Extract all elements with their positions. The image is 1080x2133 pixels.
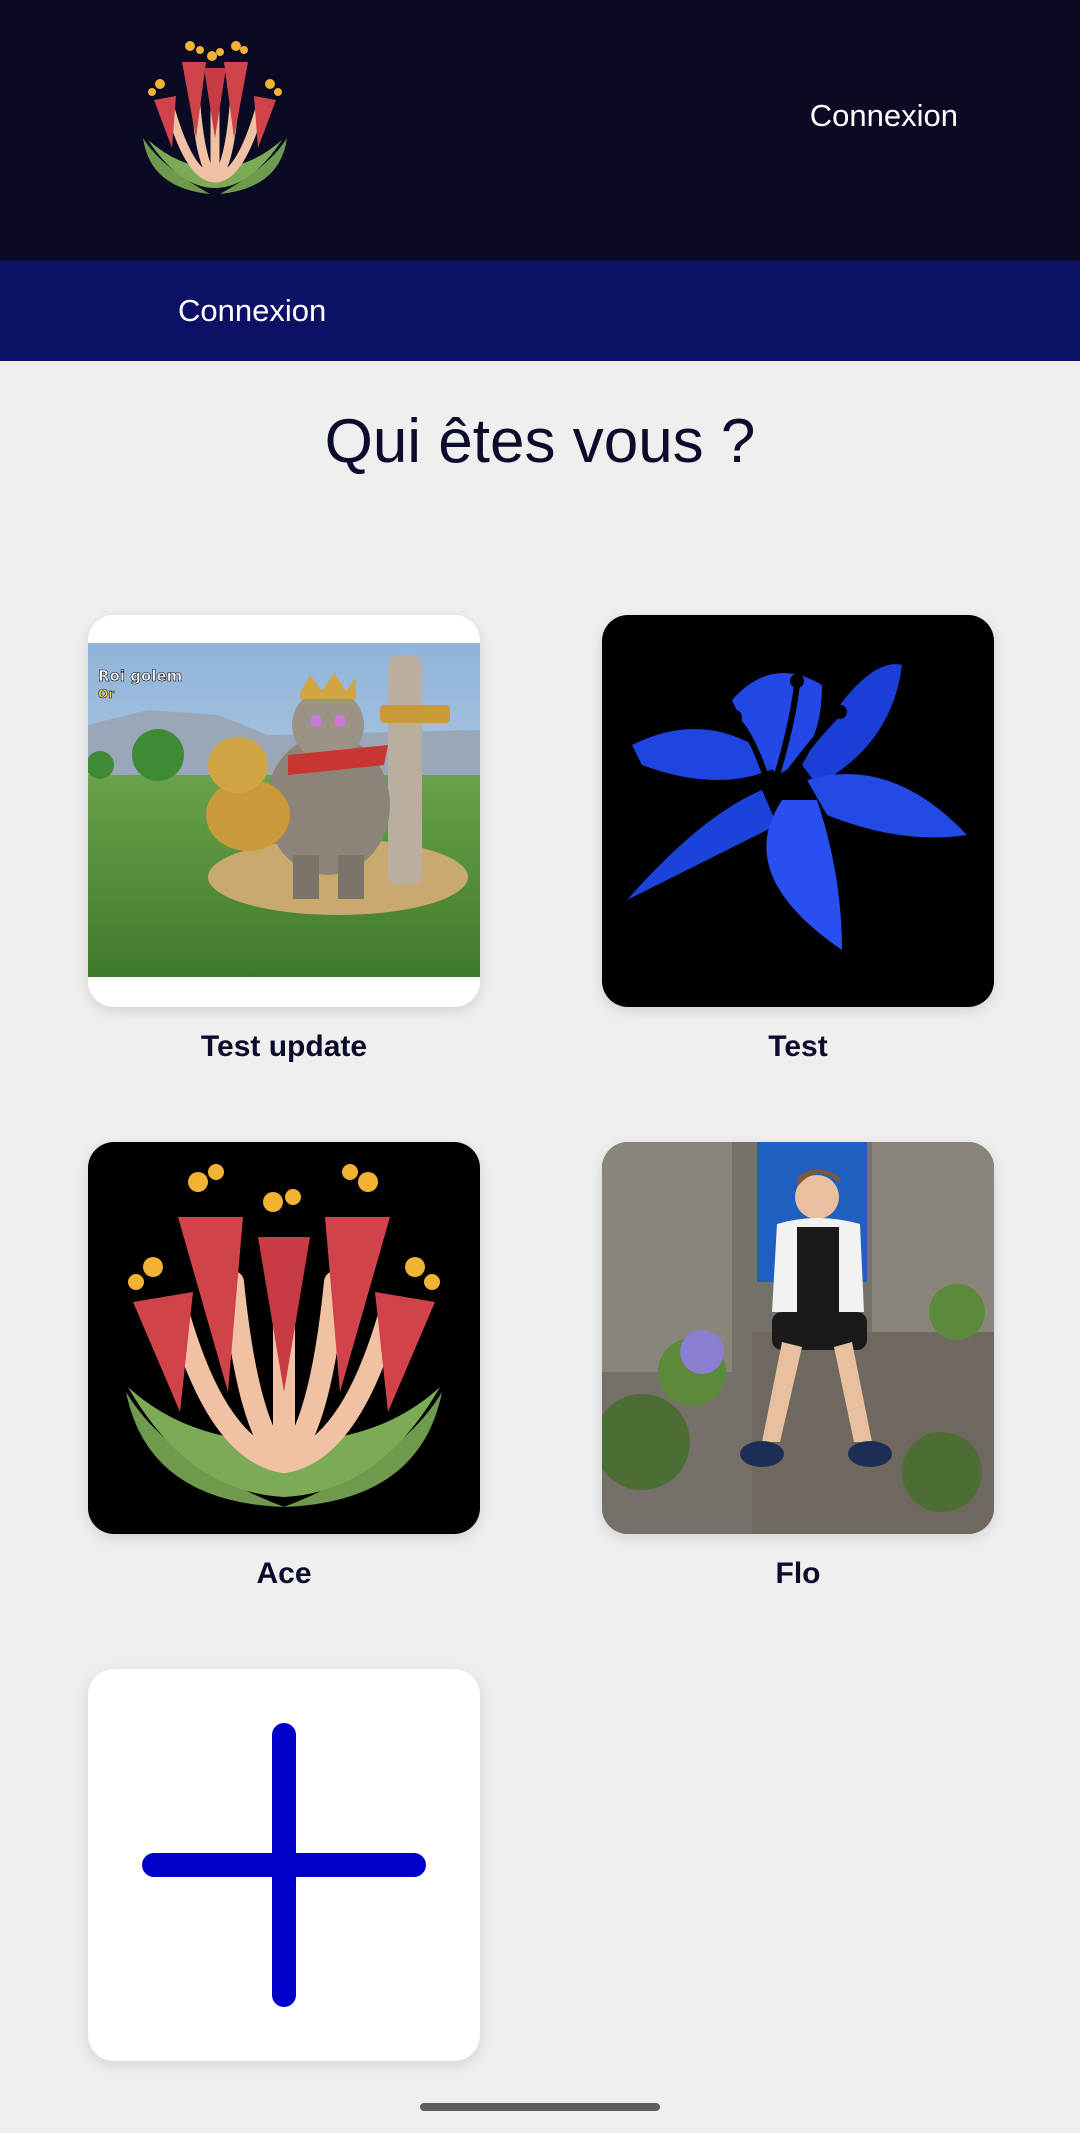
profile-avatar[interactable]: Roi golem Or <box>88 615 480 1007</box>
blue-lily-icon <box>627 664 967 950</box>
profile-avatar[interactable] <box>602 615 994 1007</box>
profile-card-flo[interactable]: Flo <box>602 1142 994 1592</box>
profile-name: Test <box>768 1030 828 1063</box>
plus-icon <box>142 1723 426 2007</box>
header-login-link[interactable]: Connexion <box>810 96 958 136</box>
profile-name: Flo <box>775 1557 821 1590</box>
profile-avatar[interactable] <box>88 1142 480 1534</box>
flower-logo-icon <box>143 41 287 194</box>
app-logo[interactable] <box>140 38 290 200</box>
golem-badge-line1: Roi golem <box>98 667 182 685</box>
golem-image: Roi golem Or <box>88 615 480 1007</box>
profile-name: Test update <box>200 1030 368 1063</box>
golem-badge-line2: Or <box>98 687 114 701</box>
red-flower-icon <box>126 1164 442 1507</box>
add-profile-button[interactable] <box>88 1669 480 2061</box>
profile-card-ace[interactable]: Ace <box>88 1142 480 1592</box>
page-title: Qui êtes vous ? <box>324 407 756 476</box>
app-header: Connexion <box>0 0 1080 261</box>
add-profile-card[interactable] <box>88 1669 480 2061</box>
profile-card-test-update[interactable]: Roi golem Or Test update <box>88 615 480 1065</box>
profile-avatar[interactable] <box>602 1142 994 1534</box>
profile-name: Ace <box>256 1557 312 1590</box>
nav-bar: Connexion <box>0 261 1080 361</box>
person-photo <box>602 1142 994 1534</box>
profile-card-test[interactable]: Test <box>602 615 994 1065</box>
nav-login-link[interactable]: Connexion <box>178 291 326 331</box>
home-indicator[interactable] <box>420 2103 660 2111</box>
